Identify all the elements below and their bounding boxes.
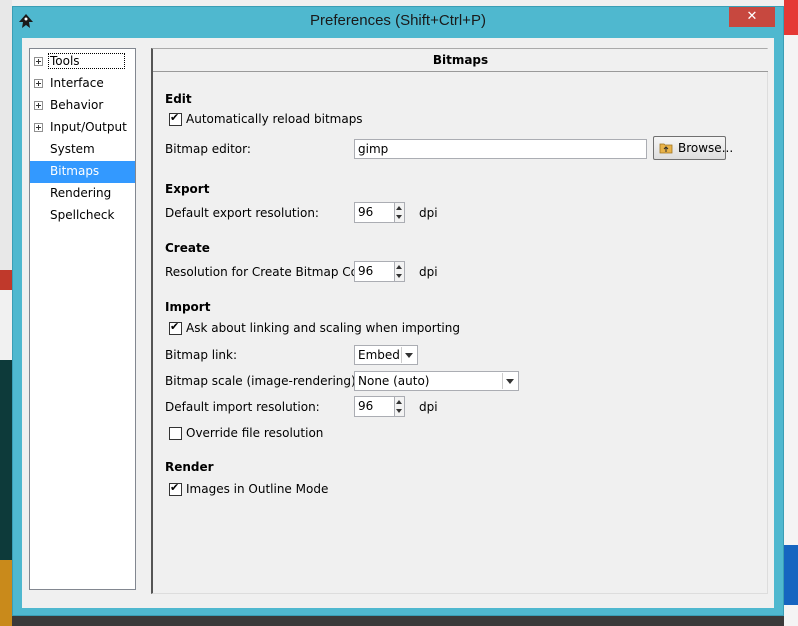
section-heading-create: Create (165, 241, 210, 255)
browse-button[interactable]: Browse... (653, 136, 733, 160)
create-unit-label: dpi (419, 265, 438, 279)
import-resolution-value[interactable]: 96 (354, 396, 395, 417)
tree-item-label: Interface (50, 76, 104, 90)
export-resolution-label: Default export resolution: (165, 206, 319, 220)
create-resolution-label: Resolution for Create Bitmap Copy: (165, 265, 376, 279)
browse-label: Browse... (678, 141, 734, 155)
section-heading-render: Render (165, 460, 214, 474)
section-heading-edit: Edit (165, 92, 192, 106)
tree-item-label: Spellcheck (50, 208, 115, 222)
tree-item-input-output[interactable]: Input/Output (30, 117, 135, 139)
expand-icon[interactable] (34, 57, 43, 66)
chevron-down-icon[interactable] (401, 347, 416, 363)
background-app-left (0, 0, 12, 626)
create-resolution-spinner[interactable]: 96 (354, 261, 405, 282)
arrow-up-icon[interactable] (396, 400, 402, 404)
import-resolution-spinner[interactable]: 96 (354, 396, 405, 417)
bitmaps-page: Bitmaps Edit Automatically reload bitmap… (151, 48, 768, 594)
bitmap-scale-dropdown[interactable]: None (auto) (354, 371, 519, 391)
outline-mode-checkbox[interactable] (169, 481, 182, 496)
tree-item-tools[interactable]: Tools (30, 51, 135, 73)
tree-item-system[interactable]: System (30, 139, 135, 161)
arrow-down-icon[interactable] (396, 274, 402, 278)
arrow-down-icon[interactable] (396, 215, 402, 219)
bitmap-link-value: Embed (358, 348, 400, 362)
bitmap-editor-input[interactable]: gimp (354, 139, 647, 159)
section-heading-import: Import (165, 300, 211, 314)
bitmap-editor-label: Bitmap editor: (165, 142, 251, 156)
tree-item-label: Rendering (50, 186, 112, 200)
section-heading-export: Export (165, 182, 210, 196)
auto-reload-checkbox[interactable] (169, 111, 182, 126)
tree-item-bitmaps[interactable]: Bitmaps (30, 161, 135, 183)
expand-icon[interactable] (34, 101, 43, 110)
tree-item-label: System (50, 142, 95, 156)
override-resolution-checkbox[interactable] (169, 427, 182, 440)
expand-icon[interactable] (34, 123, 43, 132)
bitmap-link-dropdown[interactable]: Embed (354, 345, 418, 365)
export-resolution-spinner[interactable]: 96 (354, 202, 405, 223)
bitmap-scale-label: Bitmap scale (image-rendering): (165, 374, 360, 388)
tree-item-spellcheck[interactable]: Spellcheck (30, 205, 135, 227)
dialog-client: Tools Interface Behavior Input/Output Sy… (22, 38, 774, 608)
expand-icon[interactable] (34, 79, 43, 88)
preferences-window: Preferences (Shift+Ctrl+P) ✕ Tools Inter… (12, 6, 784, 616)
arrow-up-icon[interactable] (396, 206, 402, 210)
create-resolution-value[interactable]: 96 (354, 261, 395, 282)
arrow-down-icon[interactable] (396, 409, 402, 413)
arrow-up-icon[interactable] (396, 265, 402, 269)
auto-reload-label[interactable]: Automatically reload bitmaps (186, 112, 363, 126)
window-title: Preferences (Shift+Ctrl+P) (310, 12, 486, 29)
tree-item-label: Bitmaps (50, 164, 100, 178)
bitmap-scale-value: None (auto) (358, 374, 430, 388)
tree-item-interface[interactable]: Interface (30, 73, 135, 95)
ask-linking-checkbox[interactable] (169, 320, 182, 335)
chevron-down-icon[interactable] (502, 373, 517, 389)
bitmap-link-label: Bitmap link: (165, 348, 238, 362)
spinner-arrows[interactable] (395, 202, 405, 223)
background-app-right (784, 0, 798, 626)
export-resolution-value[interactable]: 96 (354, 202, 395, 223)
preferences-tree[interactable]: Tools Interface Behavior Input/Output Sy… (29, 48, 136, 590)
tree-item-label: Tools (48, 53, 125, 69)
tree-item-behavior[interactable]: Behavior (30, 95, 135, 117)
ask-linking-label[interactable]: Ask about linking and scaling when impor… (186, 321, 460, 335)
override-resolution-label[interactable]: Override file resolution (186, 426, 323, 440)
folder-icon (659, 143, 673, 154)
outline-mode-label[interactable]: Images in Outline Mode (186, 482, 328, 496)
spinner-arrows[interactable] (395, 396, 405, 417)
import-unit-label: dpi (419, 400, 438, 414)
spinner-arrows[interactable] (395, 261, 405, 282)
import-resolution-label: Default import resolution: (165, 400, 320, 414)
title-bar[interactable]: Preferences (Shift+Ctrl+P) ✕ (13, 7, 783, 37)
export-unit-label: dpi (419, 206, 438, 220)
tree-item-rendering[interactable]: Rendering (30, 183, 135, 205)
tree-item-label: Behavior (50, 98, 104, 112)
close-button[interactable]: ✕ (729, 7, 775, 27)
page-title: Bitmaps (153, 49, 768, 72)
